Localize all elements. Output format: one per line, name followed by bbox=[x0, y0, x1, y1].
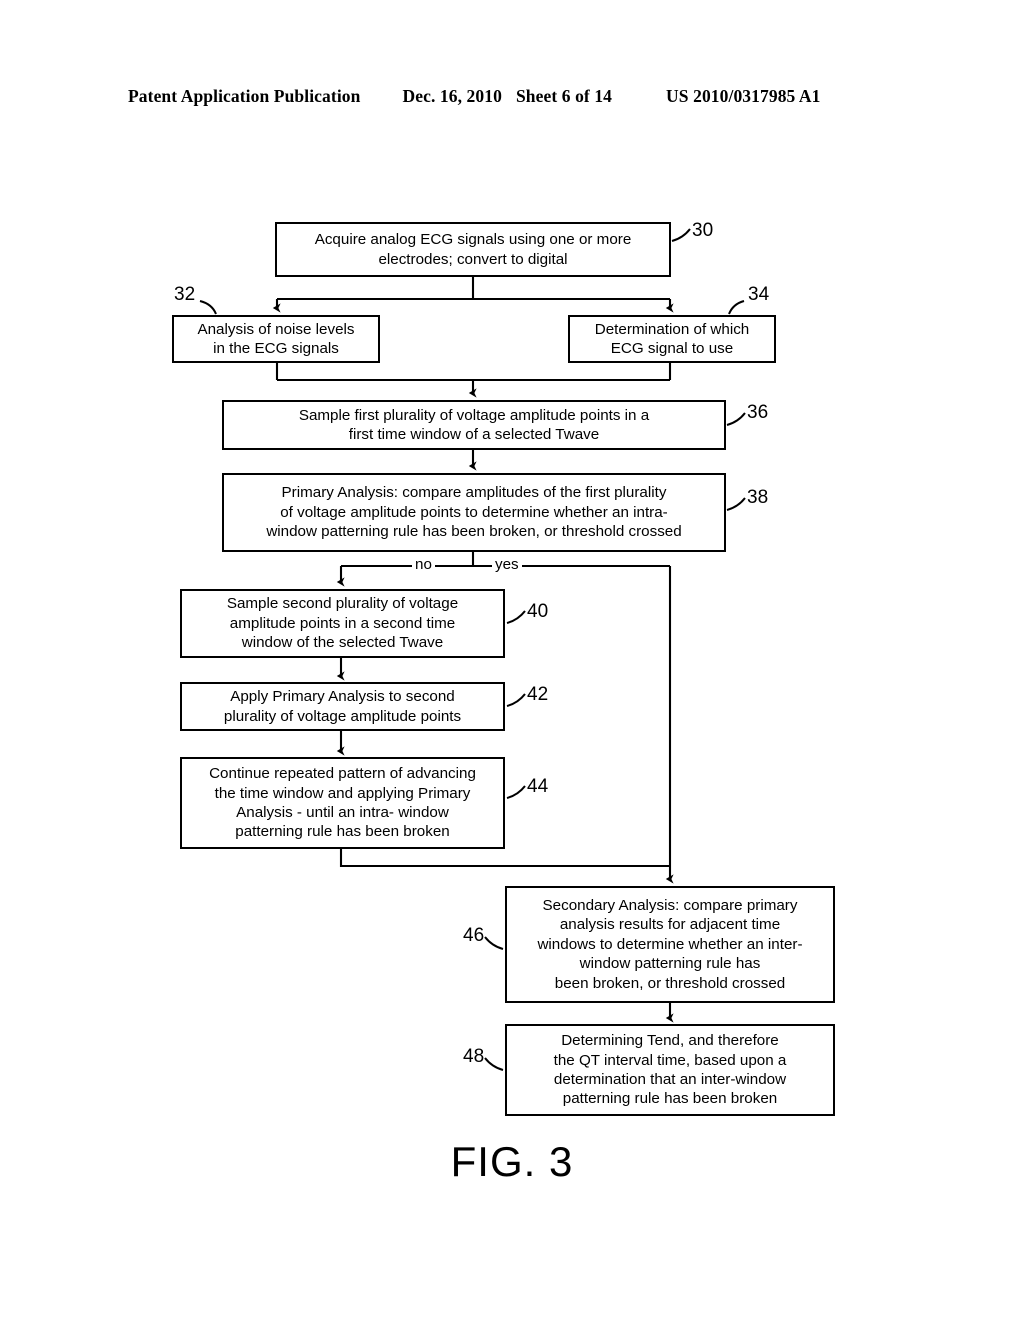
node-48-line-2: the QT interval time, based upon a bbox=[553, 1051, 787, 1069]
node-34-line-2: ECG signal to use bbox=[610, 340, 734, 357]
ref-numeral-42: 42 bbox=[527, 684, 549, 705]
node-46-line-3: windows to determine whether an inter- bbox=[537, 935, 803, 953]
node-30-line-1: Acquire analog ECG signals using one or … bbox=[314, 231, 632, 249]
ref-numeral-38: 38 bbox=[747, 487, 769, 508]
node-46-line-4: window patterning rule has bbox=[579, 955, 761, 973]
ref-numeral-40: 40 bbox=[527, 601, 549, 622]
node-42-line-1: Apply Primary Analysis to second bbox=[230, 688, 455, 706]
node-48-line-3: determination that an inter-window bbox=[553, 1071, 787, 1088]
leader-32 bbox=[199, 300, 217, 315]
ref-numeral-30: 30 bbox=[692, 220, 714, 241]
leader-34 bbox=[728, 300, 745, 315]
branch-label-yes: yes bbox=[492, 556, 522, 573]
node-46-line-2: analysis results for adjacent time bbox=[559, 916, 781, 934]
node-36-line-2: first time window of a selected Twave bbox=[348, 426, 600, 443]
wire-44-to-yes-line bbox=[339, 849, 670, 868]
branch-label-no: no bbox=[412, 556, 435, 573]
ref-numeral-44: 44 bbox=[527, 776, 549, 797]
node-36-line-1: Sample first plurality of voltage amplit… bbox=[298, 406, 650, 424]
node-44-line-4: patterning rule has been broken bbox=[235, 823, 450, 841]
node-32-line-2: in the ECG signals bbox=[213, 340, 339, 357]
node-44-line-3: Analysis - until an intra- window bbox=[236, 804, 449, 821]
node-32-line-1: Analysis of noise levels bbox=[197, 320, 355, 338]
node-48-line-1: Determining Tend, and therefore bbox=[561, 1032, 779, 1050]
node-primary-analysis[interactable]: Primary Analysis: compare amplitudes of … bbox=[222, 473, 726, 552]
leader-46 bbox=[484, 936, 504, 950]
node-secondary-analysis[interactable]: Secondary Analysis: compare primary anal… bbox=[505, 886, 835, 1003]
node-apply-primary-analysis[interactable]: Apply Primary Analysis to second plurali… bbox=[180, 682, 505, 731]
flowchart-connectors bbox=[199, 228, 746, 1071]
node-46-line-5: been broken, or threshold crossed bbox=[554, 974, 786, 992]
node-40-line-1: Sample second plurality of voltage bbox=[226, 595, 459, 613]
leader-44 bbox=[506, 785, 526, 799]
ref-numeral-46: 46 bbox=[463, 925, 485, 946]
node-44-line-1: Continue repeated pattern of advancing bbox=[209, 765, 476, 783]
leader-40 bbox=[506, 610, 526, 624]
node-48-line-4: patterning rule has been broken bbox=[562, 1090, 778, 1108]
leader-42 bbox=[506, 693, 526, 707]
ref-numeral-34: 34 bbox=[748, 284, 770, 305]
node-34-line-1: Determination of which bbox=[594, 320, 750, 338]
node-40-line-3: window of the selected Twave bbox=[241, 634, 444, 652]
node-38-line-2: of voltage amplitude points to determine… bbox=[280, 503, 668, 521]
node-acquire-ecg-signals[interactable]: Acquire analog ECG signals using one or … bbox=[275, 222, 671, 277]
node-44-line-2: the time window and applying Primary bbox=[214, 784, 471, 802]
leader-38 bbox=[726, 497, 746, 511]
node-42-line-2: plurality of voltage amplitude points bbox=[223, 707, 462, 725]
ref-numeral-48: 48 bbox=[463, 1046, 485, 1067]
node-continue-repeated-pattern[interactable]: Continue repeated pattern of advancing t… bbox=[180, 757, 505, 849]
node-determining-tend[interactable]: Determining Tend, and therefore the QT i… bbox=[505, 1024, 835, 1116]
ref-numeral-32: 32 bbox=[174, 284, 196, 305]
node-determination-of-ecg-signal[interactable]: Determination of which ECG signal to use bbox=[568, 315, 776, 363]
node-sample-first-plurality[interactable]: Sample first plurality of voltage amplit… bbox=[222, 400, 726, 450]
leader-48 bbox=[484, 1057, 504, 1071]
node-30-line-2: electrodes; convert to digital bbox=[378, 250, 568, 268]
ref-numeral-36: 36 bbox=[747, 402, 769, 423]
node-38-line-3: window patterning rule has been broken, … bbox=[266, 523, 682, 541]
leader-30 bbox=[671, 228, 691, 242]
node-sample-second-plurality[interactable]: Sample second plurality of voltage ampli… bbox=[180, 589, 505, 658]
node-46-line-1: Secondary Analysis: compare primary bbox=[542, 896, 798, 914]
node-40-line-2: amplitude points in a second time bbox=[229, 614, 456, 632]
figure-caption: FIG. 3 bbox=[450, 1138, 574, 1185]
node-38-line-1: Primary Analysis: compare amplitudes of … bbox=[281, 484, 667, 502]
leader-36 bbox=[726, 412, 746, 426]
node-analysis-of-noise-levels[interactable]: Analysis of noise levels in the ECG sign… bbox=[172, 315, 380, 363]
flowchart-figure: Acquire analog ECG signals using one or … bbox=[0, 0, 1024, 1320]
